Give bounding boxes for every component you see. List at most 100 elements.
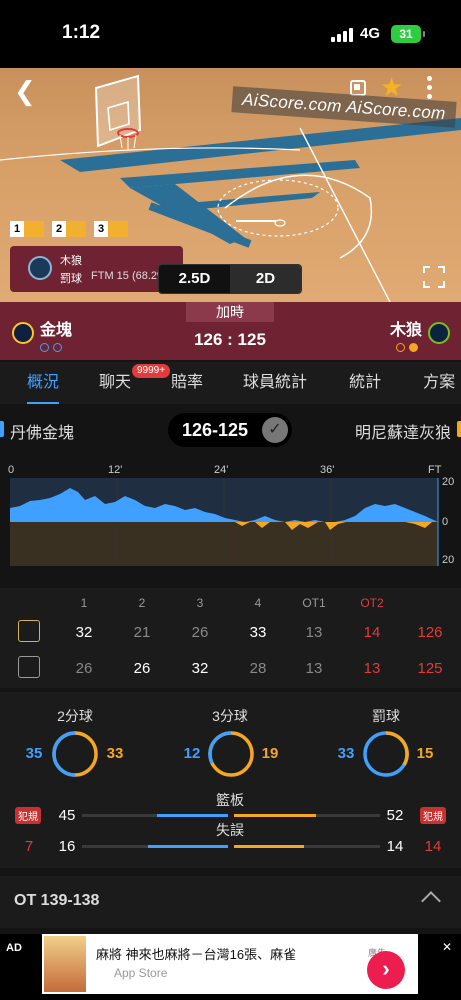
quarter-header: 4 <box>254 596 262 610</box>
period-label: 加時 <box>186 302 274 322</box>
stat-ft-title: 罰球 <box>372 708 400 724</box>
home-turnovers-bar <box>148 845 228 848</box>
view-2-5d-button[interactable]: 2.5D <box>159 265 230 293</box>
score: 126 : 125 <box>194 330 266 349</box>
fouls-badge: 犯規 <box>15 807 41 824</box>
ot-score: OT 139-138 <box>14 892 100 909</box>
home-3pt: 12 <box>183 745 201 762</box>
turnovers-label: 失誤 <box>216 822 244 838</box>
away-q2: 26 <box>133 660 151 677</box>
tab-bar: 概況 聊天 賠率 球員統計 統計 方案 <box>0 362 461 404</box>
away-fouls: 14 <box>424 838 442 855</box>
home-indicator[interactable] <box>150 988 310 993</box>
home-ot1: 13 <box>305 624 323 641</box>
home-q4: 33 <box>249 624 267 641</box>
quarter-score-table: 1 2 3 4 OT1 OT2 32 21 26 33 13 14 126 26… <box>0 588 461 688</box>
nuggets-logo-icon <box>18 620 40 642</box>
status-time: 1:12 <box>62 22 101 43</box>
home-q2: 21 <box>133 624 151 641</box>
hoop-icon <box>94 74 142 150</box>
away-ft: 15 <box>416 745 434 762</box>
home-q3: 26 <box>191 624 209 641</box>
strip-score: 126-125 <box>182 419 249 440</box>
ot-row[interactable]: OT 139-138 <box>0 876 461 928</box>
ad-banner[interactable]: 麻將 神來也麻將－台灣16張、麻雀 App Store 廣告 › <box>42 934 418 994</box>
period-marker: 2 <box>52 221 86 237</box>
home-timeouts <box>40 339 66 357</box>
team-stats: 2分球 3分球 罰球 35 33 12 19 33 15 籃板 犯規 45 52… <box>0 692 461 868</box>
away-3pt: 19 <box>261 745 279 762</box>
rebounds-label: 籃板 <box>216 792 244 808</box>
team-strip: 丹佛金塊 126-125 ✓ 明尼蘇達灰狼 <box>0 404 461 454</box>
check-icon[interactable]: ✓ <box>262 417 288 443</box>
score-header: 金塊 加時 126 : 125 木狼 <box>0 302 461 360</box>
tab-player-stats[interactable]: 球員統計 <box>243 362 307 404</box>
event-type: 罰球 <box>60 273 82 285</box>
away-total: 125 <box>417 660 443 677</box>
fouls-badge: 犯規 <box>420 807 446 824</box>
momentum-chart: 0 12' 24' 36' FT 20 0 20 <box>0 456 461 574</box>
signal-icon <box>331 28 353 42</box>
away-q3: 32 <box>191 660 209 677</box>
ad-image <box>44 936 86 992</box>
close-icon[interactable]: ✕ <box>442 940 452 954</box>
more-icon[interactable] <box>420 74 438 102</box>
fullscreen-icon[interactable] <box>423 266 445 288</box>
home-2pt: 35 <box>25 745 43 762</box>
court-animation[interactable]: ❮ ★ AiScore.com AiScore.com 1 2 3 木狼 罰球 … <box>0 68 461 302</box>
away-rebounds: 52 <box>386 807 404 824</box>
quarter-header: 3 <box>196 596 204 610</box>
home-team-name: 金塊 <box>40 322 73 339</box>
status-bar: 1:12 4G 31 <box>0 0 461 68</box>
event-team: 木狼 <box>60 255 82 267</box>
home-rebounds: 45 <box>58 807 76 824</box>
ring-ft <box>363 731 409 777</box>
home-color-mark <box>0 421 4 437</box>
tab-stats[interactable]: 統計 <box>349 362 381 404</box>
timberwolves-logo-icon <box>428 322 450 344</box>
away-ot1: 13 <box>305 660 323 677</box>
away-team-full-name: 明尼蘇達灰狼 <box>354 425 451 442</box>
tab-odds[interactable]: 賠率 <box>171 362 203 404</box>
chat-badge: 9999+ <box>132 364 171 378</box>
view-2d-button[interactable]: 2D <box>230 265 301 293</box>
home-q1: 32 <box>75 624 93 641</box>
home-turnovers: 16 <box>58 838 76 855</box>
quarter-header: OT2 <box>360 596 384 610</box>
ad-store: App Store <box>114 966 168 980</box>
ad-title: 麻將 神來也麻將－台灣16張、麻雀 <box>96 947 297 962</box>
quarter-header: OT1 <box>302 596 326 610</box>
battery-icon: 31 <box>391 25 425 43</box>
network-type: 4G <box>360 25 381 42</box>
stat-2pt-title: 2分球 <box>57 708 93 724</box>
tab-plans[interactable]: 方案 <box>423 362 455 404</box>
strip-score-pill: 126-125 ✓ <box>168 413 292 447</box>
tab-chat[interactable]: 聊天 <box>99 362 131 404</box>
home-fouls: 7 <box>24 838 34 855</box>
tab-overview[interactable]: 概況 <box>27 362 60 404</box>
away-color-mark <box>457 421 461 437</box>
team-logo-icon <box>28 256 52 280</box>
quarter-header: 2 <box>138 596 146 610</box>
home-team-full-name: 丹佛金塊 <box>10 425 75 442</box>
ring-3pt <box>208 731 254 777</box>
ring-2pt <box>52 731 98 777</box>
away-q4: 28 <box>249 660 267 677</box>
home-ot2: 14 <box>363 624 381 641</box>
back-icon[interactable]: ❮ <box>14 76 44 106</box>
ad-cta-button[interactable]: › <box>367 951 405 989</box>
quarter-header: 1 <box>80 596 88 610</box>
chevron-up-icon[interactable] <box>421 891 441 911</box>
timberwolves-logo-icon <box>18 656 40 678</box>
nuggets-logo-icon <box>12 322 34 344</box>
period-markers: 1 2 3 <box>10 221 136 237</box>
away-timeouts <box>396 339 422 357</box>
away-team-name: 木狼 <box>390 322 423 339</box>
stat-3pt-title: 3分球 <box>212 708 248 724</box>
view-toggle[interactable]: 2.5D 2D <box>158 264 302 294</box>
away-q1: 26 <box>75 660 93 677</box>
home-total: 126 <box>417 624 443 641</box>
ad-tag: AD <box>6 942 22 954</box>
away-ot2: 13 <box>363 660 381 677</box>
away-turnovers: 14 <box>386 838 404 855</box>
